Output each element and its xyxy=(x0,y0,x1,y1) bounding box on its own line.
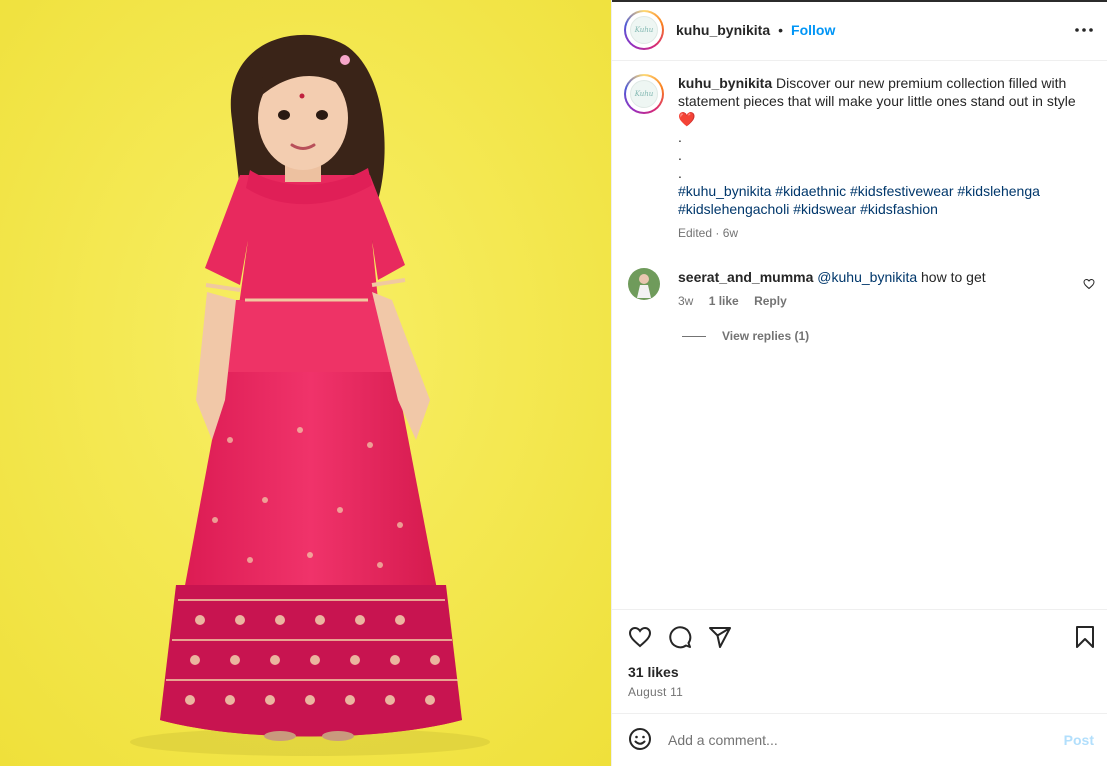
commenter-username[interactable]: seerat_and_mumma xyxy=(678,269,813,285)
follow-button[interactable]: Follow xyxy=(791,22,835,38)
girl-in-lehenga-illustration xyxy=(0,0,611,766)
hashtags-line-2[interactable]: #kidslehengacholi #kidswear #kidsfashion xyxy=(678,200,1088,218)
caption-meta: Edited · 6w xyxy=(678,226,739,240)
post-image[interactable] xyxy=(0,0,611,766)
brand-logo: Kuhu xyxy=(630,16,658,44)
post-comment-button[interactable]: Post xyxy=(1064,732,1094,748)
caption-dot-1: . xyxy=(678,129,682,145)
post-date[interactable]: August 11 xyxy=(628,685,683,699)
caption-avatar[interactable]: Kuhu xyxy=(624,74,664,114)
commenter-avatar[interactable] xyxy=(628,268,660,300)
comment-like-icon[interactable] xyxy=(1083,277,1095,293)
reply-button[interactable]: Reply xyxy=(754,294,787,308)
share-icon[interactable] xyxy=(708,625,732,652)
replies-divider xyxy=(682,335,706,337)
likes-count[interactable]: 31 likes xyxy=(628,664,679,680)
post-detail-panel: Kuhu kuhu_bynikita • Follow Kuhu kuhu_by… xyxy=(611,0,1107,766)
view-replies-label: View replies (1) xyxy=(722,329,810,343)
heart-emoji: ❤️ xyxy=(678,111,696,127)
caption-dot-3: . xyxy=(678,165,682,181)
add-comment-bar: Add a comment... Post xyxy=(612,713,1107,766)
post-author-username[interactable]: kuhu_bynikita xyxy=(676,22,770,38)
hashtags-line-1[interactable]: #kuhu_bynikita #kidaethnic #kidsfestivew… xyxy=(678,182,1088,200)
post-actions xyxy=(612,609,1107,713)
post-header: Kuhu kuhu_bynikita • Follow xyxy=(612,0,1107,61)
save-bookmark-icon[interactable] xyxy=(1074,625,1096,652)
comment-age[interactable]: 3w xyxy=(678,294,693,308)
avatar[interactable]: Kuhu xyxy=(624,10,664,50)
post-caption: Kuhu kuhu_bynikita Discover our new prem… xyxy=(624,74,1094,242)
separator-dot: • xyxy=(778,22,784,38)
comment-likes[interactable]: 1 like xyxy=(709,294,739,308)
comment-mention[interactable]: @kuhu_bynikita xyxy=(817,269,917,285)
caption-dot-2: . xyxy=(678,147,682,163)
more-options-icon[interactable] xyxy=(1074,20,1094,45)
comment-input[interactable]: Add a comment... xyxy=(668,732,1064,748)
caption-text-block: kuhu_bynikita Discover our new premium c… xyxy=(678,74,1088,128)
like-icon[interactable] xyxy=(628,625,652,652)
emoji-icon[interactable] xyxy=(628,727,652,754)
caption-username[interactable]: kuhu_bynikita xyxy=(678,75,772,91)
comment-icon[interactable] xyxy=(668,625,692,652)
comment-item: seerat_and_mumma @kuhu_bynikita how to g… xyxy=(628,268,1098,310)
brand-logo: Kuhu xyxy=(630,80,658,108)
view-replies-button[interactable]: View replies (1) xyxy=(682,329,809,343)
comment-text: how to get xyxy=(921,269,986,285)
